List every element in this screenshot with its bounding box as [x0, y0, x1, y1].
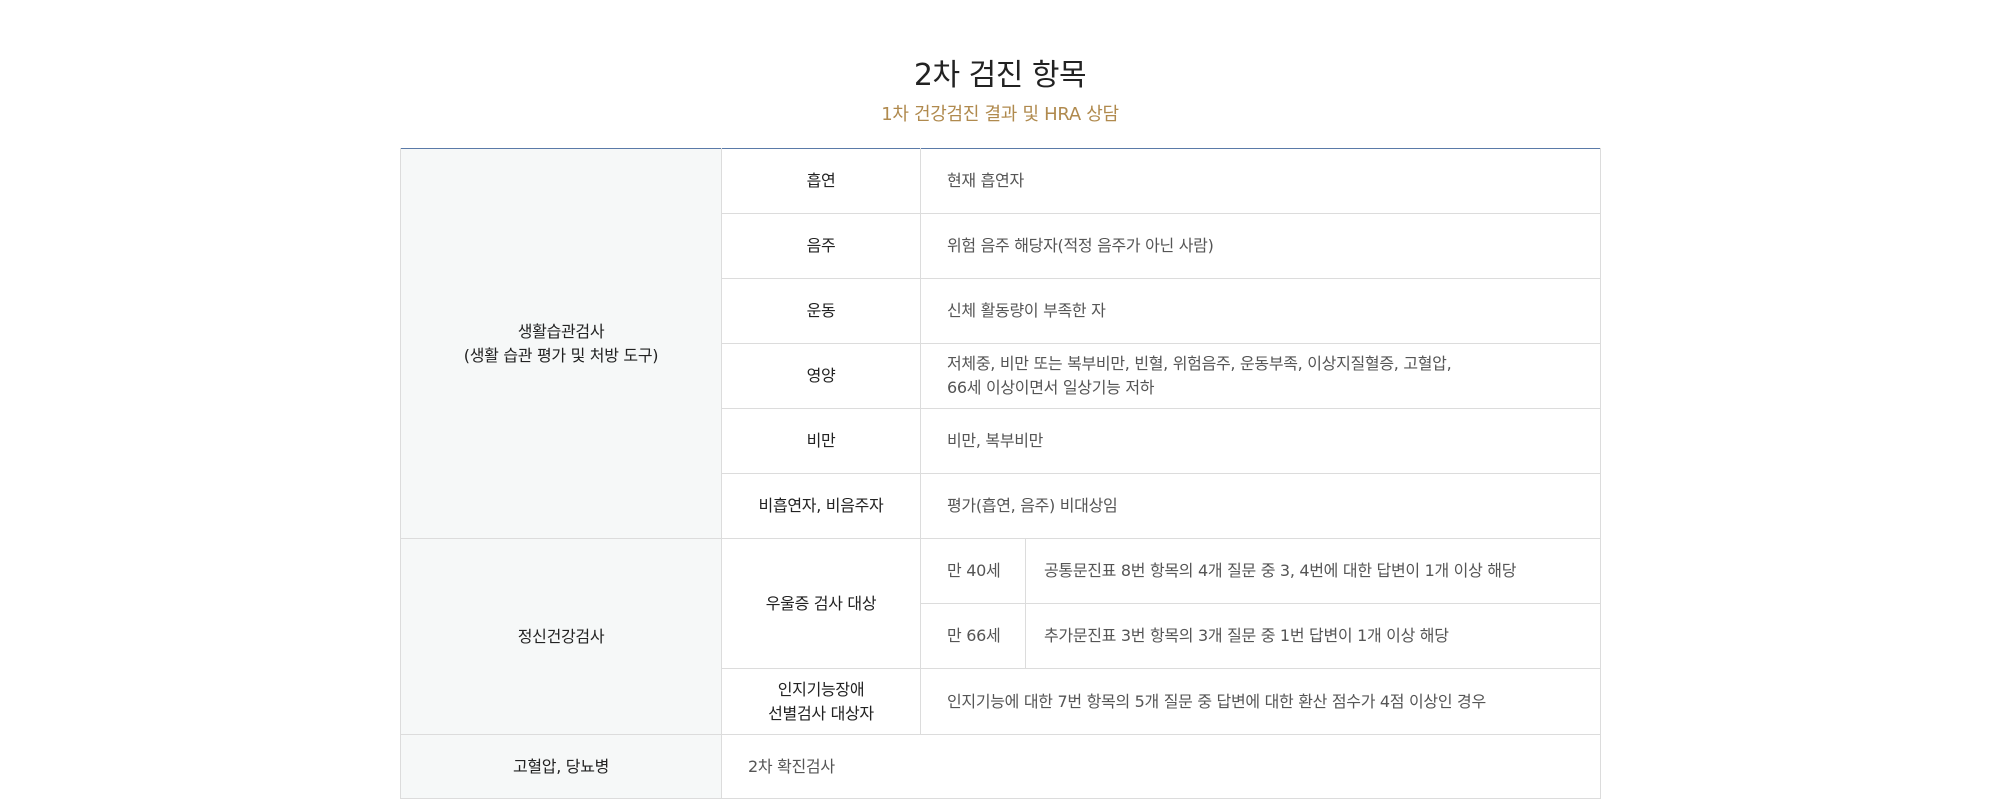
depression-desc-66: 추가문진표 3번 항목의 3개 질문 중 1번 답변이 1개 이상 해당 [1024, 603, 1602, 669]
item-desc-nutrition: 저체중, 비만 또는 복부비만, 빈혈, 위험음주, 운동부족, 이상지질혈증,… [919, 343, 1602, 409]
item-desc-smoking: 현재 흡연자 [919, 148, 1602, 214]
item-label-cognitive-line2: 선별검사 대상자 [768, 703, 874, 723]
item-label-non-smoker: 비흡연자, 비음주자 [721, 473, 921, 539]
depression-age-40: 만 40세 [920, 538, 1026, 604]
item-label-depression: 우울증 검사 대상 [721, 538, 921, 669]
page-subtitle: 1차 건강검진 결과 및 HRA 상담 [881, 104, 1119, 125]
item-label-obesity: 비만 [721, 408, 921, 474]
table-row: 생활습관검사 (생활 습관 평가 및 처방 도구) 흡연 현재 흡연자 [400, 148, 1602, 539]
table-row: 고혈압, 당뇨병 2차 확진검사 [400, 734, 1602, 799]
item-desc-chronic: 2차 확진검사 [720, 734, 1602, 799]
item-label-smoking: 흡연 [721, 148, 921, 214]
item-desc-drinking: 위험 음주 해당자(적정 음주가 아닌 사람) [919, 213, 1602, 279]
checkup-items-table: 생활습관검사 (생활 습관 평가 및 처방 도구) 흡연 현재 흡연자 음주 위… [400, 148, 1602, 799]
category-lifestyle: 생활습관검사 (생활 습관 평가 및 처방 도구) [400, 148, 722, 539]
item-label-drinking: 음주 [721, 213, 921, 279]
category-chronic: 고혈압, 당뇨병 [400, 734, 722, 799]
item-label-cognitive-line1: 인지기능장애 [777, 679, 865, 699]
depression-age-66: 만 66세 [920, 603, 1026, 669]
item-desc-obesity: 비만, 복부비만 [919, 408, 1602, 474]
category-lifestyle-note: (생활 습관 평가 및 처방 도구) [463, 345, 659, 365]
item-label-nutrition: 영양 [721, 343, 921, 409]
item-desc-cognitive: 인지기능에 대한 7번 항목의 5개 질문 중 답변에 대한 환산 점수가 4점… [919, 668, 1602, 735]
item-desc-nutrition-line1: 저체중, 비만 또는 복부비만, 빈혈, 위험음주, 운동부족, 이상지질혈증,… [947, 354, 1452, 373]
item-label-cognitive: 인지기능장애 선별검사 대상자 [721, 668, 921, 735]
page: 2차 검진 항목 1차 건강검진 결과 및 HRA 상담 생활습관검사 (생활 … [0, 0, 2000, 799]
category-mental: 정신건강검사 [400, 538, 722, 735]
item-label-exercise: 운동 [721, 278, 921, 344]
category-lifestyle-title: 생활습관검사 [517, 321, 605, 341]
item-desc-exercise: 신체 활동량이 부족한 자 [919, 278, 1602, 344]
page-title: 2차 검진 항목 [913, 58, 1087, 93]
table-row: 정신건강검사 우울증 검사 대상 만 40세 공통문진표 8번 항목의 4개 질… [400, 538, 1602, 735]
depression-desc-40: 공통문진표 8번 항목의 4개 질문 중 3, 4번에 대한 답변이 1개 이상… [1024, 538, 1602, 604]
item-desc-nutrition-line2: 66세 이상이면서 일상기능 저하 [947, 378, 1155, 397]
item-desc-non-smoker: 평가(흡연, 음주) 비대상임 [919, 473, 1602, 539]
